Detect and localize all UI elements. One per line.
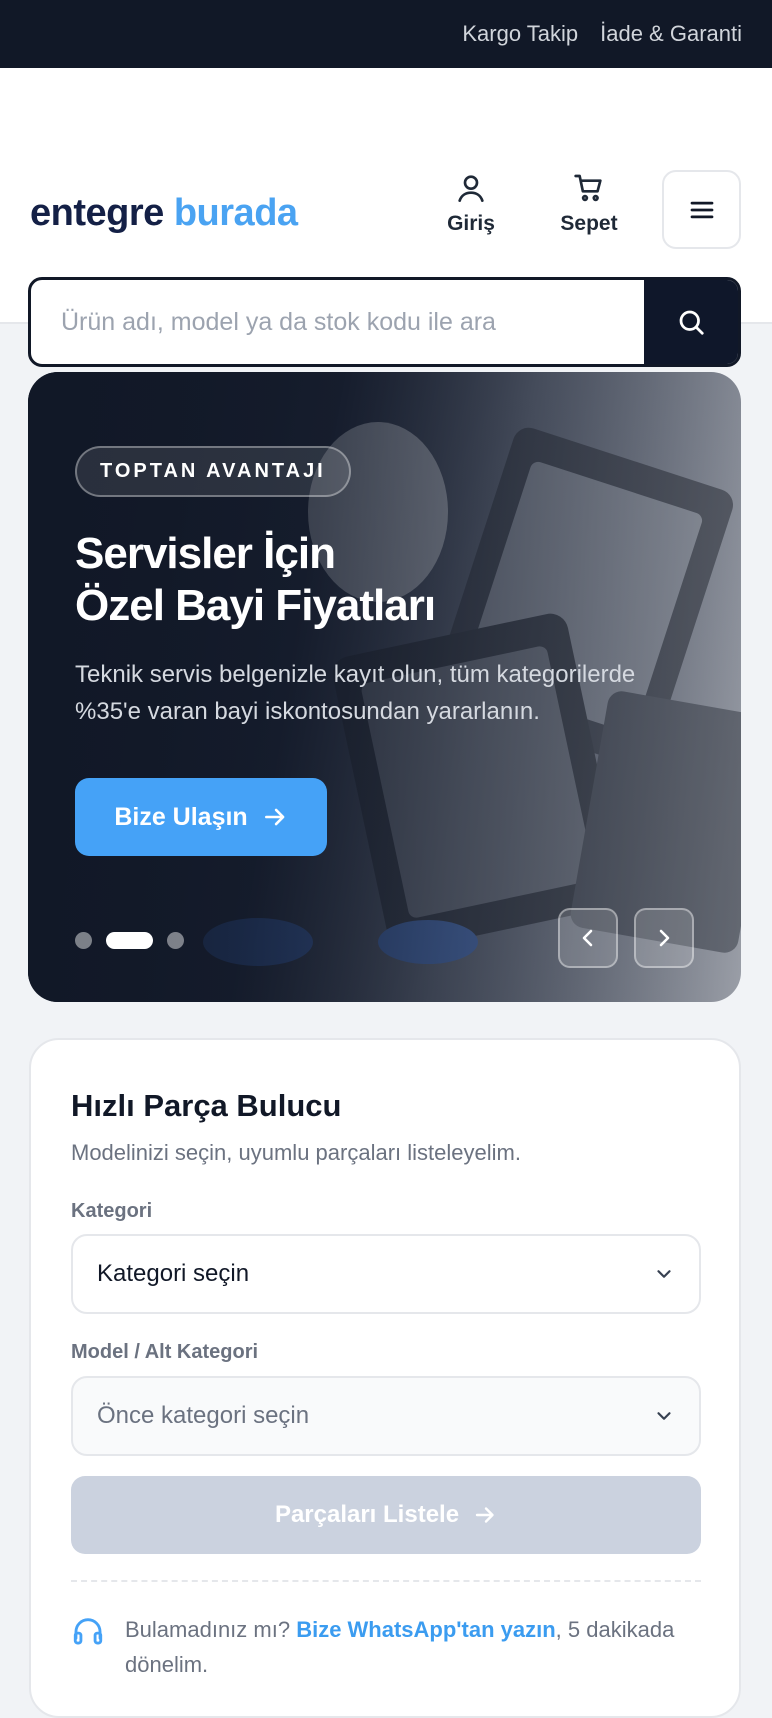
model-select[interactable]: Önce kategori seçin bbox=[71, 1376, 701, 1456]
chevron-left-icon bbox=[582, 929, 593, 947]
quick-part-finder-card: Hızlı Parça Bulucu Modelinizi seçin, uyu… bbox=[29, 1038, 741, 1718]
carousel-next-button[interactable] bbox=[634, 908, 694, 968]
carousel-dot[interactable] bbox=[167, 932, 184, 949]
dashed-divider bbox=[71, 1580, 701, 1582]
top-bar: Kargo Takip İade & Garanti bbox=[0, 0, 772, 68]
logo[interactable]: entegre burada bbox=[30, 192, 298, 235]
hero-title: Servisler İçin Özel Bayi Fiyatları bbox=[75, 528, 595, 632]
category-select-value: Kategori seçin bbox=[97, 1260, 250, 1287]
search-input[interactable] bbox=[31, 280, 644, 364]
search-icon bbox=[679, 310, 704, 335]
cargo-tracking-link[interactable]: Kargo Takip bbox=[462, 21, 578, 47]
carousel-prev-button[interactable] bbox=[558, 908, 618, 968]
finder-subtitle: Modelinizi seçin, uyumlu parçaları liste… bbox=[71, 1140, 521, 1165]
logo-text-primary: entegre bbox=[30, 192, 164, 234]
hero-description: Teknik servis belgenizle kayıt olun, tüm… bbox=[75, 661, 636, 725]
menu-button[interactable] bbox=[662, 170, 741, 249]
hamburger-menu-icon bbox=[690, 201, 713, 218]
whatsapp-link[interactable]: Bize WhatsApp'tan yazın bbox=[296, 1617, 555, 1642]
cart-label: Sepet bbox=[560, 212, 618, 235]
help-prefix: Bulamadınız mı? bbox=[125, 1617, 297, 1642]
chevron-down-icon bbox=[657, 1270, 671, 1278]
list-parts-label: Parçaları Listele bbox=[274, 1501, 460, 1528]
headphones-icon bbox=[73, 1618, 103, 1645]
contact-us-label: Bize Ulaşın bbox=[114, 802, 248, 831]
carousel-indicators bbox=[75, 932, 184, 949]
hero-title-line1: Servisler İçin bbox=[75, 529, 336, 578]
chevron-right-icon bbox=[659, 929, 670, 947]
carousel-dot-active[interactable] bbox=[106, 932, 153, 949]
cart-icon bbox=[574, 174, 602, 202]
hero-banner: TOPTAN AVANTAJI Servisler İçin Özel Bayi… bbox=[28, 372, 741, 1002]
finder-title: Hızlı Parça Bulucu bbox=[71, 1088, 342, 1123]
chevron-down-icon bbox=[657, 1412, 671, 1420]
arrow-right-icon bbox=[264, 808, 285, 826]
user-icon bbox=[458, 175, 484, 202]
help-text: Bulamadınız mı? Bize WhatsApp'tan yazın,… bbox=[125, 1612, 701, 1682]
search-bar bbox=[28, 277, 741, 367]
site-header: entegre burada Giriş Sepet bbox=[0, 68, 772, 367]
search-button[interactable] bbox=[644, 280, 738, 364]
returns-warranty-link[interactable]: İade & Garanti bbox=[600, 21, 742, 47]
hero-title-line2: Özel Bayi Fiyatları bbox=[75, 581, 436, 630]
model-label: Model / Alt Kategori bbox=[71, 1341, 259, 1363]
carousel-dot[interactable] bbox=[75, 932, 92, 949]
model-select-value: Önce kategori seçin bbox=[97, 1402, 310, 1429]
logo-text-accent: burada bbox=[173, 192, 298, 234]
contact-us-button[interactable]: Bize Ulaşın bbox=[75, 778, 327, 856]
login-button[interactable]: Giriş bbox=[426, 172, 516, 236]
cart-button[interactable]: Sepet bbox=[544, 172, 634, 236]
help-note: Bulamadınız mı? Bize WhatsApp'tan yazın,… bbox=[71, 1612, 701, 1682]
login-label: Giriş bbox=[447, 212, 495, 235]
arrow-right-icon bbox=[475, 1507, 494, 1523]
category-select[interactable]: Kategori seçin bbox=[71, 1234, 701, 1314]
hero-badge: TOPTAN AVANTAJI bbox=[75, 446, 351, 497]
category-label: Kategori bbox=[71, 1200, 153, 1222]
list-parts-button[interactable]: Parçaları Listele bbox=[71, 1476, 701, 1554]
